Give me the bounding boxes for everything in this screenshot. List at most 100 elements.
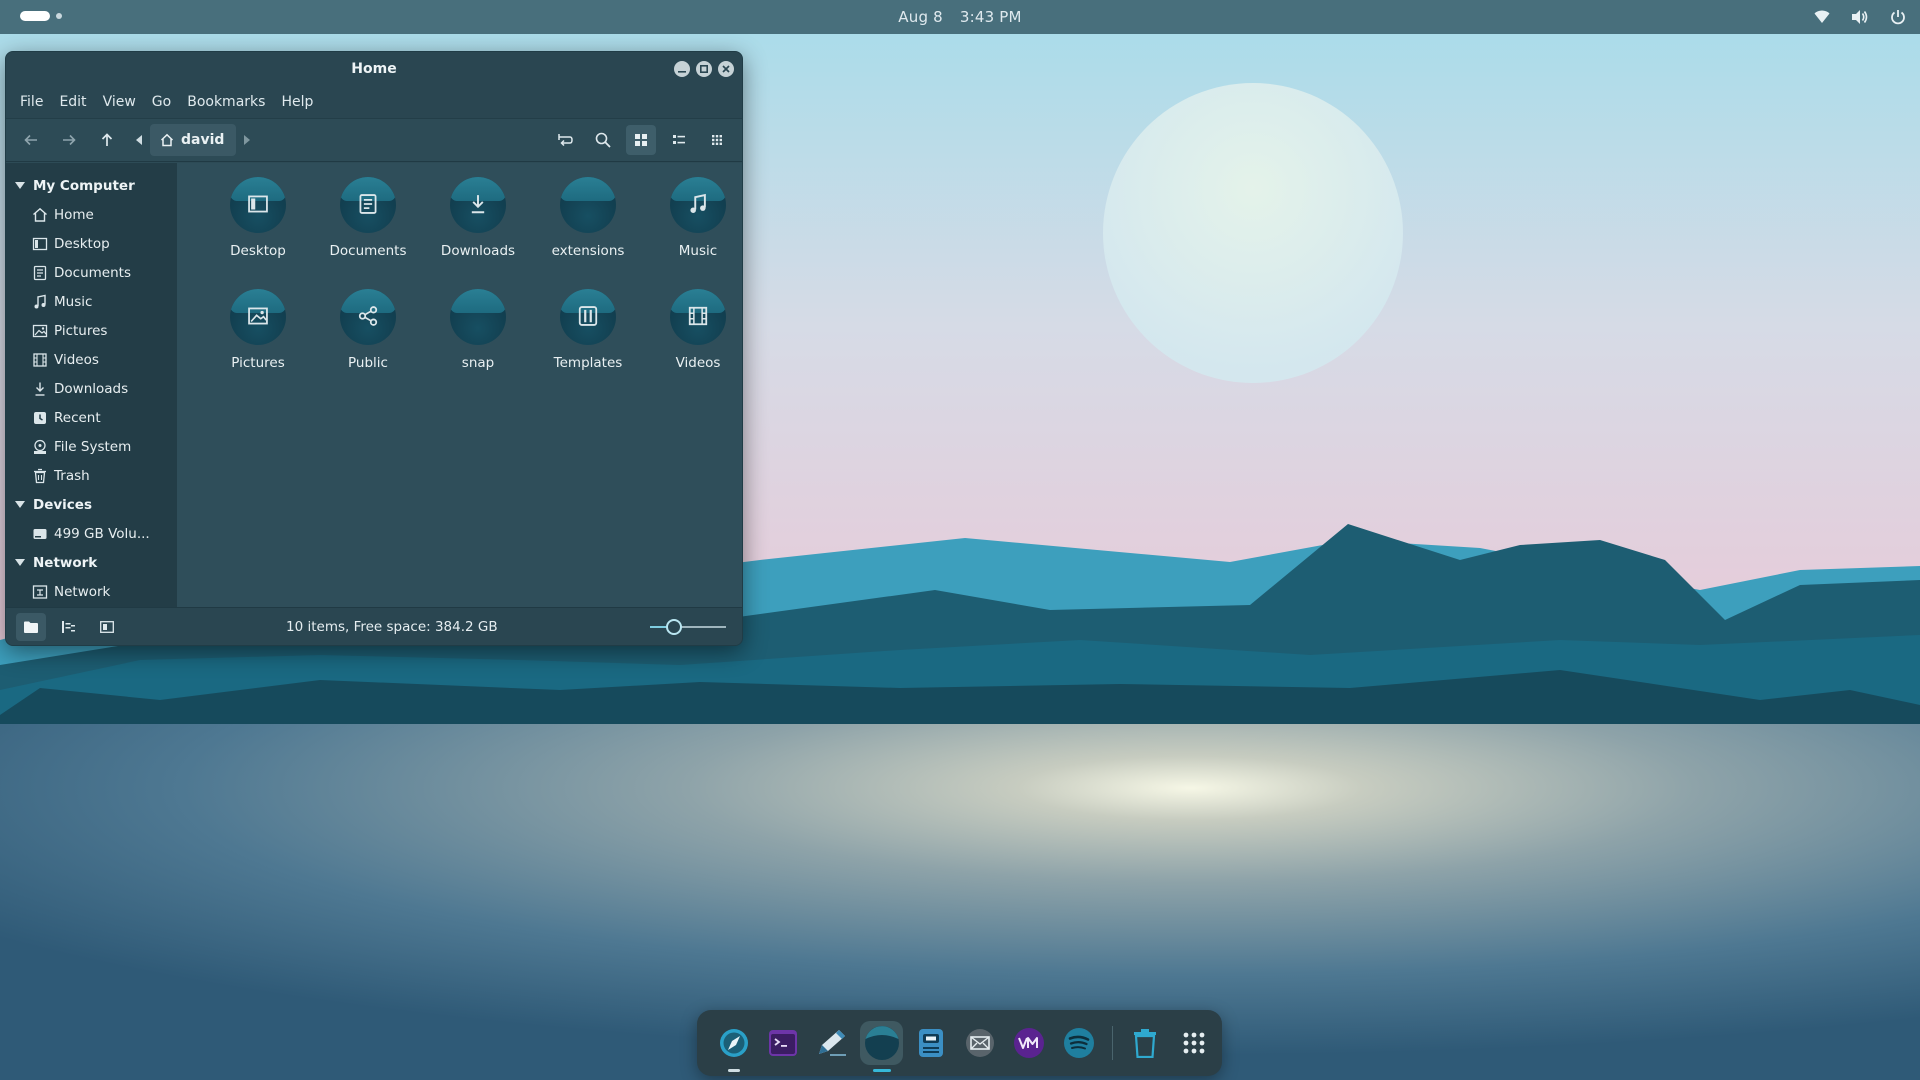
- sidebar-item-trash[interactable]: Trash: [6, 461, 177, 490]
- zoom-slider[interactable]: [650, 618, 726, 636]
- menu-bookmarks[interactable]: Bookmarks: [181, 90, 271, 114]
- window-title: Home: [351, 61, 397, 77]
- sidebar-item-pictures[interactable]: Pictures: [6, 316, 177, 345]
- trash-icon: [32, 468, 48, 484]
- folder-label: Videos: [675, 355, 721, 371]
- places-sidebar-button[interactable]: [16, 612, 46, 641]
- recent-icon: [32, 410, 48, 426]
- menu-bar: File Edit View Go Bookmarks Help: [6, 86, 742, 118]
- text-editor-icon: [819, 1030, 847, 1056]
- menu-go[interactable]: Go: [146, 90, 177, 114]
- share-icon: [340, 305, 396, 327]
- folder-public[interactable]: Public: [313, 289, 423, 371]
- download-icon: [450, 193, 506, 215]
- folder-music[interactable]: Music: [643, 177, 742, 259]
- dock-disk-utility[interactable]: [909, 1021, 952, 1065]
- volume-icon[interactable]: [1850, 7, 1870, 27]
- sidebar-item-499-gb-volu[interactable]: 499 GB Volu...: [6, 519, 177, 548]
- folder-snap[interactable]: snap: [423, 289, 533, 371]
- folder-icon: [670, 289, 726, 345]
- status-text: 10 items, Free space: 384.2 GB: [286, 618, 498, 635]
- file-view[interactable]: Desktop Documents Downloads extensions Music…: [177, 163, 742, 607]
- forward-button[interactable]: [54, 125, 84, 155]
- folder-pictures[interactable]: Pictures: [203, 289, 313, 371]
- folder-icon: [560, 289, 616, 345]
- vm-manager-icon: [1014, 1028, 1045, 1058]
- dock-spotify[interactable]: [1057, 1021, 1100, 1065]
- compact-view-button[interactable]: [702, 125, 732, 155]
- menu-edit[interactable]: Edit: [53, 90, 92, 114]
- dock-web-browser[interactable]: [712, 1021, 755, 1072]
- sidebar-item-documents[interactable]: Documents: [6, 258, 177, 287]
- menu-help[interactable]: Help: [275, 90, 319, 114]
- sidebar-section-my-computer[interactable]: My Computer: [6, 171, 177, 200]
- trash-icon: [1134, 1029, 1156, 1058]
- home-icon: [32, 207, 48, 223]
- list-view-button[interactable]: [664, 125, 694, 155]
- sidebar-section-devices[interactable]: Devices: [6, 490, 177, 519]
- breadcrumb-label: david: [181, 132, 225, 148]
- dock-text-editor[interactable]: [811, 1021, 854, 1065]
- menu-view[interactable]: View: [97, 90, 142, 114]
- minimize-button[interactable]: [674, 61, 690, 77]
- download-icon: [32, 381, 48, 397]
- toggle-location-button[interactable]: [550, 125, 580, 155]
- dock-trash[interactable]: [1123, 1021, 1166, 1065]
- music-icon: [32, 294, 48, 310]
- window-titlebar[interactable]: Home: [6, 52, 742, 86]
- files-icon: [864, 1026, 899, 1060]
- wifi-icon[interactable]: [1812, 7, 1832, 27]
- tree-sidebar-button[interactable]: [54, 613, 84, 641]
- spotify-icon: [1063, 1028, 1094, 1058]
- folder-icon: [230, 177, 286, 233]
- toolbar: david: [6, 118, 742, 162]
- folder-icon: [230, 289, 286, 345]
- icon-view-button[interactable]: [626, 125, 656, 155]
- breadcrumb-home[interactable]: david: [150, 124, 237, 156]
- folder-label: Public: [348, 355, 388, 371]
- folder-extensions[interactable]: extensions: [533, 177, 643, 259]
- menu-file[interactable]: File: [14, 90, 49, 114]
- sidebar-item-network[interactable]: Network: [6, 577, 177, 606]
- folder-label: Desktop: [230, 243, 286, 259]
- top-panel: Aug 8 3:43 PM: [0, 0, 1920, 34]
- breadcrumb-left-arrow[interactable]: [128, 124, 150, 156]
- breadcrumb-right-arrow[interactable]: [236, 124, 258, 156]
- picture-icon: [32, 323, 48, 339]
- dock-mail[interactable]: [958, 1021, 1001, 1065]
- folder-documents[interactable]: Documents: [313, 177, 423, 259]
- folder-videos[interactable]: Videos: [643, 289, 742, 371]
- hide-sidebar-button[interactable]: [92, 613, 122, 641]
- sidebar-item-music[interactable]: Music: [6, 287, 177, 316]
- folder-templates[interactable]: Templates: [533, 289, 643, 371]
- maximize-button[interactable]: [696, 61, 712, 77]
- file-grid: Desktop Documents Downloads extensions Music…: [203, 177, 742, 371]
- sidebar-item-videos[interactable]: Videos: [6, 345, 177, 374]
- video-icon: [670, 305, 726, 327]
- sidebar-item-recent[interactable]: Recent: [6, 403, 177, 432]
- dock-app-grid[interactable]: [1173, 1021, 1216, 1065]
- search-icon[interactable]: [588, 125, 618, 155]
- dock-terminal[interactable]: [761, 1021, 804, 1065]
- document-icon: [340, 193, 396, 215]
- folder-label: extensions: [551, 243, 625, 259]
- sidebar-item-downloads[interactable]: Downloads: [6, 374, 177, 403]
- system-tray[interactable]: [1812, 7, 1908, 27]
- dock-vm-manager[interactable]: [1008, 1021, 1051, 1065]
- sidebar-item-home[interactable]: Home: [6, 200, 177, 229]
- folder-label: Music: [678, 243, 718, 259]
- sidebar-item-file-system[interactable]: File System: [6, 432, 177, 461]
- template-icon: [560, 305, 616, 327]
- sidebar-item-desktop[interactable]: Desktop: [6, 229, 177, 258]
- dock-files[interactable]: [859, 1021, 904, 1072]
- folder-desktop[interactable]: Desktop: [203, 177, 313, 259]
- zoom-slider-handle[interactable]: [666, 619, 682, 635]
- sidebar-item-label: Pictures: [54, 322, 108, 339]
- sidebar-section-network[interactable]: Network: [6, 548, 177, 577]
- up-button[interactable]: [92, 125, 122, 155]
- power-icon[interactable]: [1888, 7, 1908, 27]
- clock[interactable]: Aug 8 3:43 PM: [0, 8, 1920, 26]
- close-button[interactable]: [718, 61, 734, 77]
- back-button[interactable]: [16, 125, 46, 155]
- folder-downloads[interactable]: Downloads: [423, 177, 533, 259]
